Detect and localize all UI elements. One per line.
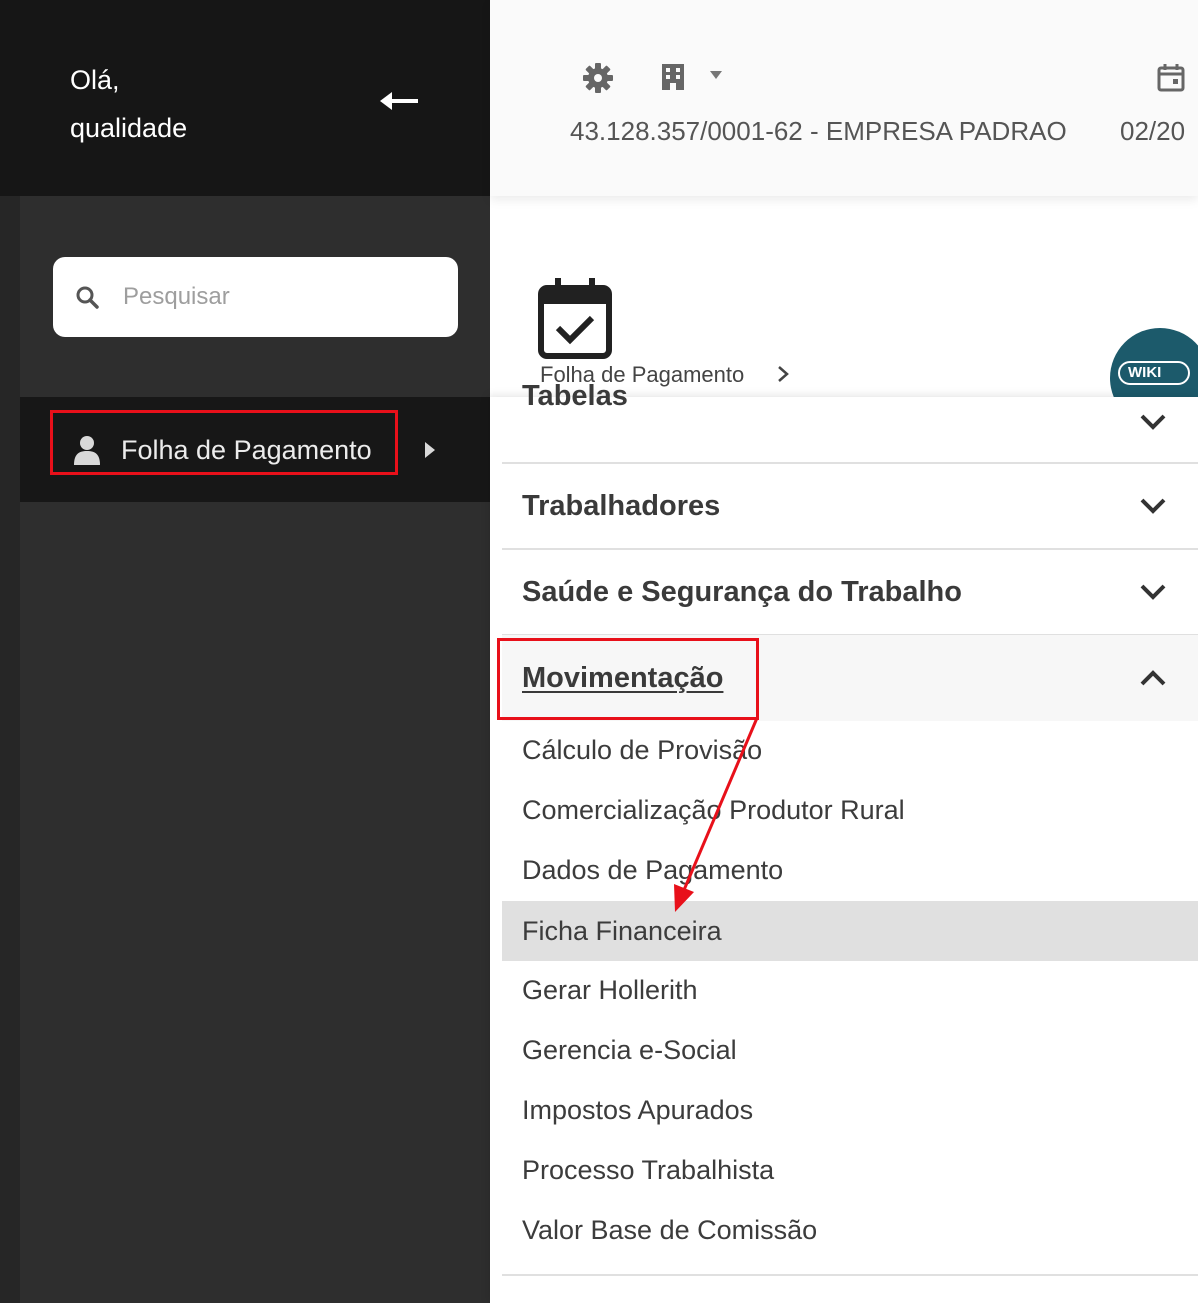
accordion-label: Tabelas xyxy=(522,380,628,412)
gear-icon[interactable] xyxy=(582,62,614,94)
chevron-up-icon xyxy=(1140,670,1166,686)
sidebar-item-label: Folha de Pagamento xyxy=(121,435,372,465)
search-box xyxy=(53,257,458,337)
accordion-saude-seguranca[interactable]: Saúde e Segurança do Trabalho xyxy=(502,549,1198,635)
accordion-label: Saúde e Segurança do Trabalho xyxy=(522,576,962,608)
menu-item-calculo-provisao[interactable]: Cálculo de Provisão xyxy=(502,720,1198,780)
divider xyxy=(502,1274,1198,1276)
menu-item-comercializacao[interactable]: Comercialização Produtor Rural xyxy=(502,780,1198,840)
building-icon[interactable] xyxy=(660,62,686,92)
chevron-down-icon xyxy=(1140,498,1166,514)
caret-right-icon xyxy=(425,442,435,458)
menu-item-gerar-hollerith[interactable]: Gerar Hollerith xyxy=(502,960,1198,1020)
annotation-highlight-box xyxy=(497,638,759,720)
accordion-tabelas[interactable]: Tabelas xyxy=(502,377,1198,463)
chevron-down-icon xyxy=(1140,414,1166,430)
greeting-text: Olá, qualidade xyxy=(70,65,188,143)
menu-item-impostos-apurados[interactable]: Impostos Apurados xyxy=(502,1080,1198,1140)
menu-item-processo-trabalhista[interactable]: Processo Trabalhista xyxy=(502,1140,1198,1200)
accordion-trabalhadores[interactable]: Trabalhadores xyxy=(502,463,1198,549)
menu-item-ficha-financeira[interactable]: Ficha Financeira xyxy=(502,901,1198,961)
calendar-check-icon xyxy=(538,278,612,359)
back-arrow-icon[interactable] xyxy=(378,86,420,116)
menu-item-dados-pagamento[interactable]: Dados de Pagamento xyxy=(502,840,1198,900)
date-text[interactable]: 02/20 xyxy=(1120,116,1185,147)
company-selector-text[interactable]: 43.128.357/0001-62 - EMPRESA PADRAO xyxy=(570,116,1067,147)
top-bar xyxy=(490,0,1198,196)
chevron-down-icon xyxy=(1140,584,1166,600)
search-icon xyxy=(76,286,99,309)
user-icon xyxy=(74,436,100,465)
menu-item-valor-base-comissao[interactable]: Valor Base de Comissão xyxy=(502,1200,1198,1260)
accordion-label: Trabalhadores xyxy=(522,490,721,522)
search-input[interactable] xyxy=(123,279,433,315)
chevron-down-icon[interactable] xyxy=(708,70,724,80)
calendar-icon[interactable] xyxy=(1156,62,1186,92)
menu-item-gerencia-esocial[interactable]: Gerencia e-Social xyxy=(502,1020,1198,1080)
